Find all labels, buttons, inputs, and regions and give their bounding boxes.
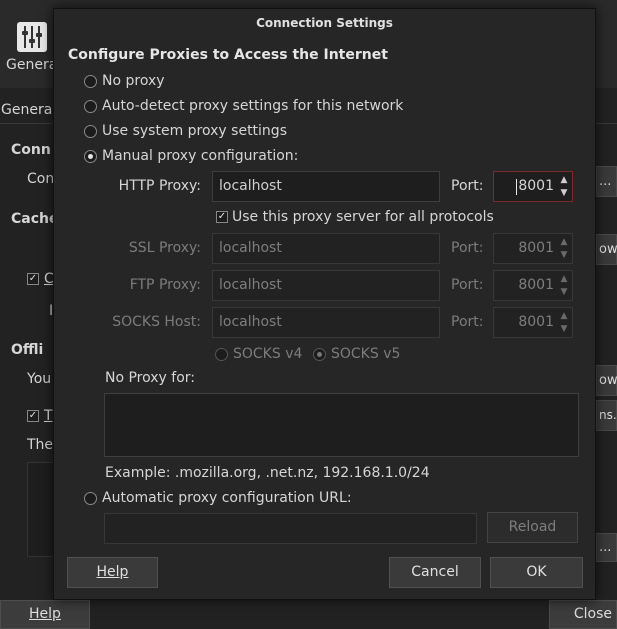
toolbar-tab-general[interactable]: Genera <box>6 57 57 73</box>
http-port-label: Port: <box>451 178 484 194</box>
radio-indicator[interactable] <box>313 347 326 361</box>
general-settings-icon[interactable] <box>17 22 47 52</box>
radio-label: Manual proxy configuration: <box>102 148 299 164</box>
use-for-all-label: Use this proxy server for all protocols <box>232 209 494 225</box>
no-proxy-for-textarea[interactable] <box>104 393 579 457</box>
radio-manual-proxy[interactable]: Manual proxy configuration: <box>84 147 298 165</box>
reload-button[interactable]: Reload <box>487 512 578 543</box>
socks-host-label: SOCKS Host: <box>112 314 201 330</box>
section-cache: Cache <box>11 211 59 227</box>
radio-label: No proxy <box>102 73 165 89</box>
radio-label: SOCKS v4 <box>233 346 303 362</box>
radio-socks-v4[interactable]: SOCKS v4 <box>215 345 302 363</box>
http-port-input[interactable]: 8001 ▲ ▼ <box>493 171 573 202</box>
spin-up-icon[interactable]: ▲ <box>559 174 569 186</box>
port-value: 8001 <box>518 314 554 330</box>
radio-label: Automatic proxy configuration URL: <box>102 490 352 506</box>
ftp-proxy-input[interactable]: localhost <box>212 270 440 301</box>
connection-settings-dialog: Connection Settings Configure Proxies to… <box>53 8 596 600</box>
preferences-close-button[interactable]: Close <box>549 600 617 629</box>
http-proxy-label: HTTP Proxy: <box>118 178 201 194</box>
spin-down-icon[interactable]: ▼ <box>559 286 569 298</box>
ftp-port-label: Port: <box>451 277 484 293</box>
section-connection: Conn <box>11 142 51 158</box>
dialog-help-button[interactable]: Help <box>67 557 158 588</box>
preferences-help-button[interactable]: Help <box>0 600 90 629</box>
ssl-port-label: Port: <box>451 240 484 256</box>
dialog-heading: Configure Proxies to Access the Internet <box>68 47 388 63</box>
dialog-title: Connection Settings <box>256 16 393 30</box>
cache-checkbox[interactable]: ✓ <box>27 273 39 285</box>
connection-text: Con <box>27 171 55 187</box>
radio-label: Auto-detect proxy settings for this netw… <box>102 98 404 114</box>
radio-socks-v5[interactable]: SOCKS v5 <box>313 345 400 363</box>
radio-auto-config-url[interactable]: Automatic proxy configuration URL: <box>84 489 352 507</box>
spin-up-icon[interactable]: ▲ <box>559 273 569 285</box>
text-caret <box>516 179 517 195</box>
no-proxy-example-text: Example: .mozilla.org, .net.nz, 192.168.… <box>105 465 430 481</box>
radio-indicator[interactable] <box>84 74 97 88</box>
socks-port-label: Port: <box>451 314 484 330</box>
ftp-proxy-label: FTP Proxy: <box>129 277 201 293</box>
spin-down-icon[interactable]: ▼ <box>559 323 569 335</box>
ssl-proxy-label: SSL Proxy: <box>128 240 201 256</box>
socks-host-input[interactable]: localhost <box>212 307 440 338</box>
cancel-button[interactable]: Cancel <box>389 557 481 588</box>
ftp-port-input[interactable]: 8001 ▲ ▼ <box>493 270 573 301</box>
ok-button[interactable]: OK <box>490 557 583 588</box>
no-proxy-for-label: No Proxy for: <box>105 370 196 386</box>
port-value: 8001 <box>518 240 554 256</box>
offline-text: You <box>27 371 52 387</box>
spin-down-icon[interactable]: ▼ <box>559 187 569 199</box>
radio-auto-detect[interactable]: Auto-detect proxy settings for this netw… <box>84 97 403 115</box>
clear-offline-button[interactable]: ow <box>596 365 617 396</box>
ssl-proxy-input[interactable]: localhost <box>212 233 440 264</box>
auto-config-url-input[interactable] <box>104 513 477 544</box>
exceptions-button[interactable]: ns... <box>596 400 617 431</box>
radio-label: SOCKS v5 <box>331 346 401 362</box>
spin-up-icon[interactable]: ▲ <box>559 236 569 248</box>
spin-up-icon[interactable]: ▲ <box>559 310 569 322</box>
spin-down-icon[interactable]: ▼ <box>559 249 569 261</box>
remove-button[interactable]: ... <box>596 533 617 562</box>
radio-no-proxy[interactable]: No proxy <box>84 72 165 90</box>
radio-indicator[interactable] <box>84 124 97 138</box>
offline-checkbox[interactable]: ✓ <box>27 410 39 422</box>
clear-cache-button[interactable]: ow <box>596 234 617 265</box>
radio-indicator[interactable] <box>84 99 97 113</box>
radio-label: Use system proxy settings <box>102 123 287 139</box>
port-value: 8001 <box>518 277 554 293</box>
http-proxy-input[interactable]: localhost <box>212 171 440 202</box>
subtab-general[interactable]: General <box>1 102 56 118</box>
ssl-port-input[interactable]: 8001 ▲ ▼ <box>493 233 573 264</box>
radio-system-proxy[interactable]: Use system proxy settings <box>84 122 287 140</box>
socks-port-input[interactable]: 8001 ▲ ▼ <box>493 307 573 338</box>
port-value: 8001 <box>518 178 554 194</box>
connection-settings-button[interactable]: ... <box>596 166 617 197</box>
offline-text-2: The <box>27 437 54 453</box>
radio-indicator[interactable] <box>84 491 97 505</box>
radio-indicator[interactable] <box>215 347 228 361</box>
offline-check-label: T <box>44 408 53 424</box>
radio-indicator[interactable] <box>84 149 97 163</box>
section-offline: Offli <box>11 342 44 358</box>
use-for-all-checkbox[interactable]: ✓ <box>216 211 228 223</box>
